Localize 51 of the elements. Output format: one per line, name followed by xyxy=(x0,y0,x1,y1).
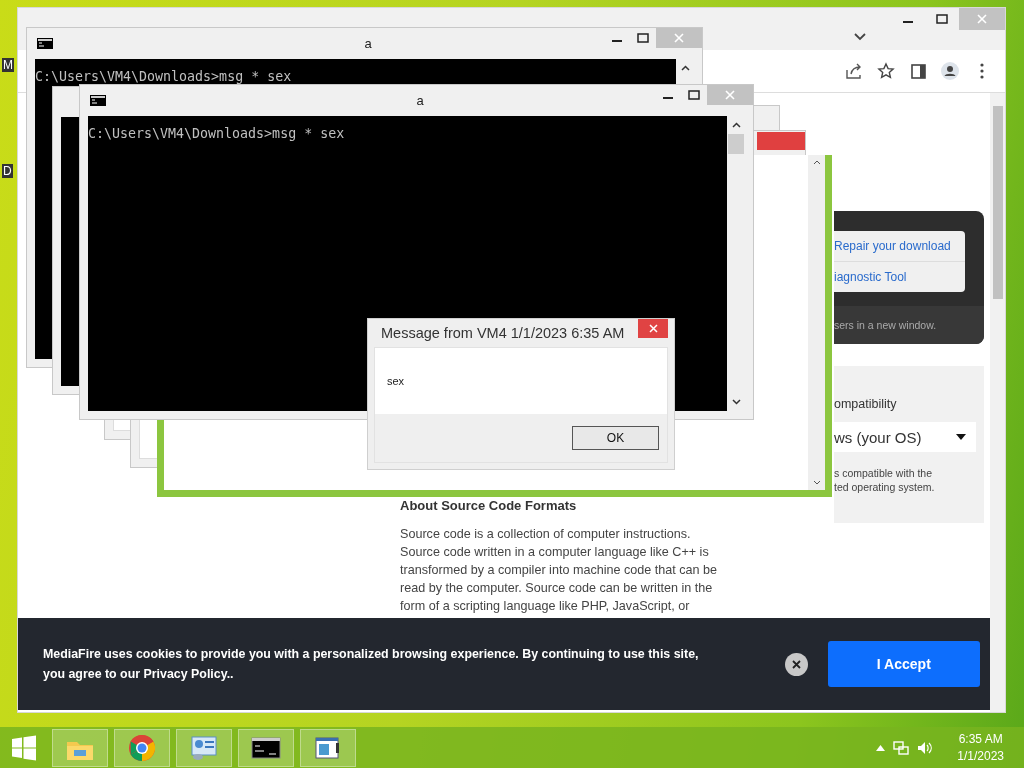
chevron-down-icon[interactable] xyxy=(812,480,821,486)
tool-link[interactable]: iagnostic Tool xyxy=(834,261,965,292)
article-heading: About Source Code Formats xyxy=(400,498,578,513)
close-button[interactable] xyxy=(784,652,808,676)
article-paragraph: Source code is a collection of computer instructions. Source code written in a computer language like C++ is transformed by a compiler into machine code that can be read by the computer. Source code can be written in the form of a scripting language like PHP, JavaScript, or xyxy=(400,526,719,615)
console-icon xyxy=(90,95,106,106)
chrome-icon xyxy=(127,733,157,762)
side-panel-icon[interactable] xyxy=(909,62,927,80)
maximize-icon xyxy=(936,13,948,25)
desktop-icon-label[interactable]: D xyxy=(2,164,13,178)
minimize-icon xyxy=(663,97,673,99)
scrollbar[interactable] xyxy=(808,155,825,490)
os-panel-heading: ompatibility xyxy=(834,397,898,411)
chevron-down-icon[interactable] xyxy=(731,399,741,405)
taskbar-button[interactable] xyxy=(238,728,294,767)
share-icon[interactable] xyxy=(845,62,863,80)
control-panel-icon xyxy=(189,733,219,762)
star-icon[interactable] xyxy=(877,62,895,80)
ok-button[interactable]: OK xyxy=(572,426,659,450)
window-title: a xyxy=(364,36,372,51)
os-select[interactable]: ws (your OS) xyxy=(834,422,976,452)
caret-icon xyxy=(956,434,966,440)
maximize-icon xyxy=(688,89,700,101)
scrollbar-thumb[interactable] xyxy=(992,106,1003,299)
dialog-message: sex xyxy=(387,375,405,387)
minimize-icon xyxy=(903,21,913,23)
chevron-up-icon[interactable] xyxy=(680,65,690,71)
start-icon[interactable] xyxy=(10,733,38,762)
console-icon xyxy=(37,38,53,49)
close-button[interactable] xyxy=(638,319,668,338)
close-icon xyxy=(976,13,988,25)
cookie-text: MediaFire uses cookies to provide you with a personalized browsing experience. By continuing to use this site, you agree to our Privacy Policy.. xyxy=(43,646,700,683)
chevron-up-icon[interactable] xyxy=(812,159,821,165)
close-icon xyxy=(724,89,736,101)
accept-button[interactable]: I Accept xyxy=(827,641,980,687)
scrollbar-thumb[interactable] xyxy=(728,134,744,154)
maximize-icon xyxy=(637,32,649,44)
minimize-icon xyxy=(612,40,622,42)
panel-note: sers in a new window. xyxy=(834,306,984,344)
tool-link[interactable]: Repair your download xyxy=(834,231,965,261)
close-icon xyxy=(673,32,685,44)
chevron-up-icon[interactable] xyxy=(731,122,741,128)
close-icon xyxy=(791,659,801,669)
dialog-title: Message from VM4 1/1/2023 6:35 AM xyxy=(381,325,625,341)
scrollbar[interactable] xyxy=(990,93,1005,712)
window-title: a xyxy=(416,93,424,108)
close-icon xyxy=(648,324,658,333)
chevron-down-icon[interactable] xyxy=(853,32,867,42)
desktop-icon-label[interactable]: M xyxy=(2,58,14,72)
profile-icon[interactable] xyxy=(941,62,959,80)
os-note: s compatible with the ted operating system. xyxy=(834,466,936,494)
